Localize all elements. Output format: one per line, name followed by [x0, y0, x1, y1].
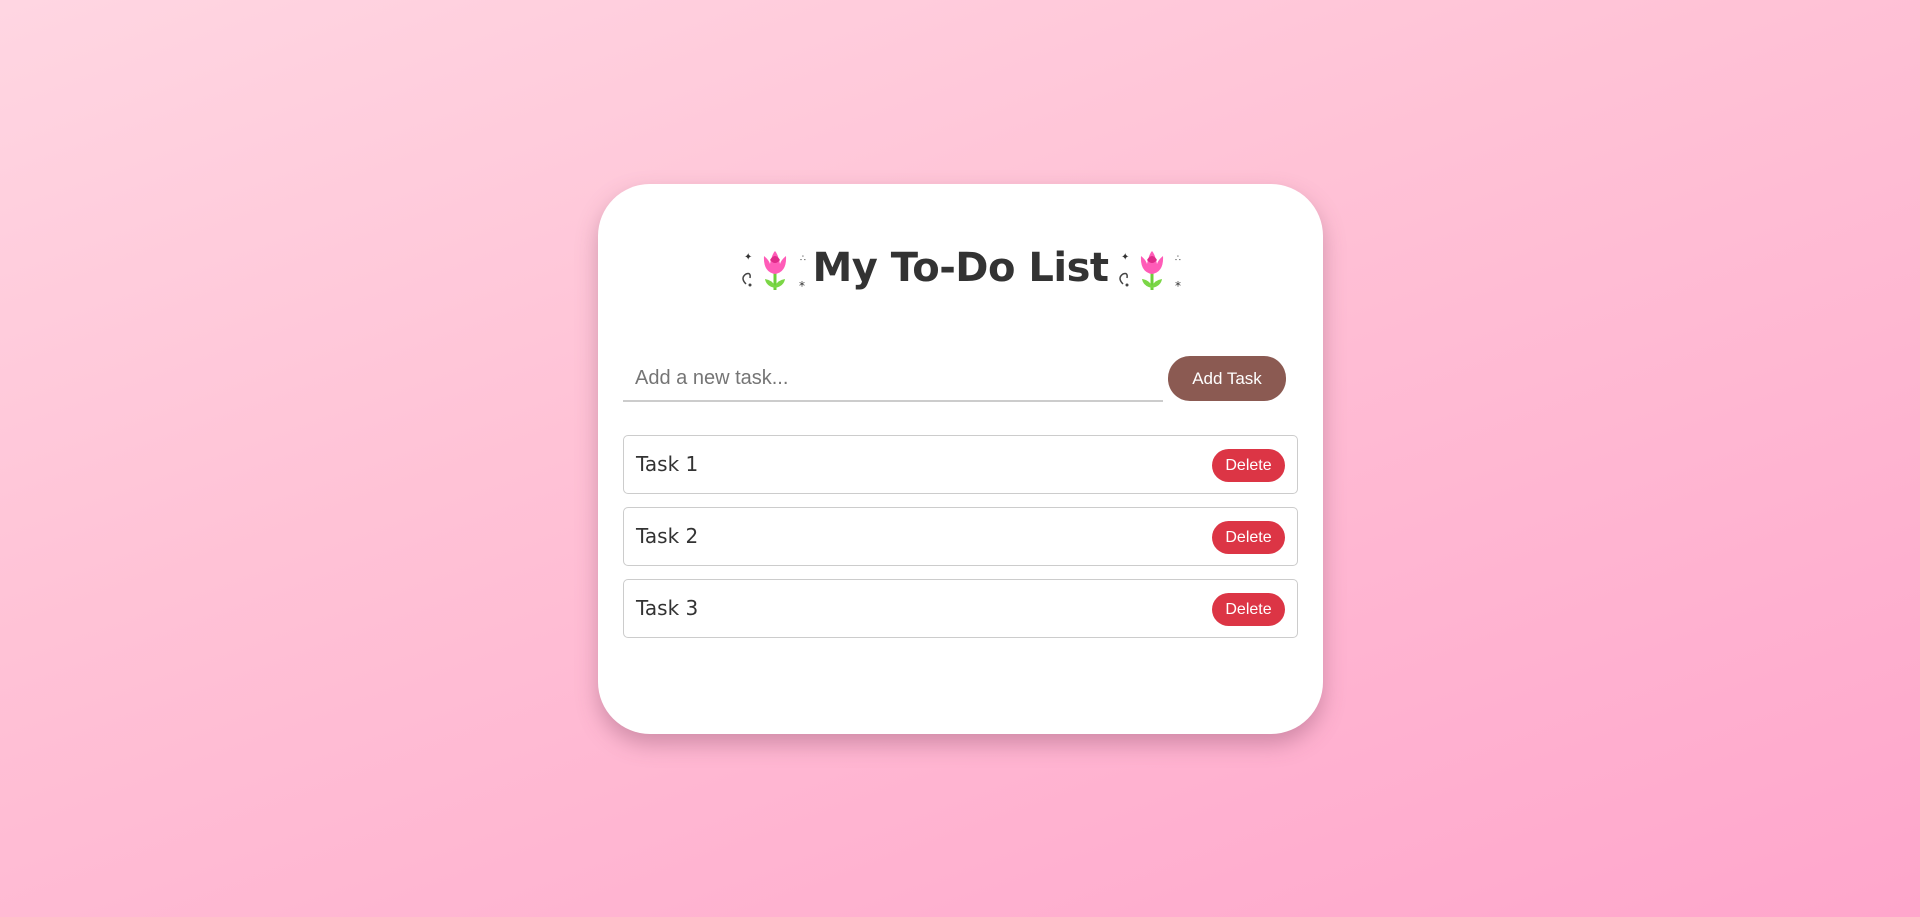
svg-text:✦: ✦: [744, 252, 752, 263]
task-item: Task 3 Delete: [623, 579, 1298, 638]
new-task-input[interactable]: [623, 356, 1163, 402]
delete-task-button[interactable]: Delete: [1212, 521, 1285, 554]
svg-text:✦: ✦: [1121, 252, 1129, 263]
task-label: Task 1: [636, 452, 699, 476]
svg-text:∴: ∴: [1175, 254, 1181, 264]
svg-text:*: *: [1175, 279, 1181, 293]
delete-task-button[interactable]: Delete: [1212, 593, 1285, 626]
tulip-icon: ✦ ∴ *: [738, 238, 806, 298]
add-task-row: Add Task: [623, 356, 1286, 402]
tulip-icon: ✦ ∴ *: [1115, 238, 1183, 298]
page-title: My To-Do List: [812, 245, 1109, 291]
task-label: Task 2: [636, 524, 699, 548]
task-item: Task 2 Delete: [623, 507, 1298, 566]
svg-text:*: *: [799, 279, 805, 293]
todo-card: ✦ ∴ * My To-Do List ✦ ∴ * Add a new task…: [598, 184, 1323, 734]
add-task-button[interactable]: Add Task: [1168, 356, 1286, 401]
task-list: Task 1 Delete Task 2 Delete Task 3 Delet…: [623, 435, 1298, 651]
svg-text:∴: ∴: [800, 254, 806, 264]
title-row: ✦ ∴ * My To-Do List ✦ ∴ *: [598, 238, 1323, 298]
task-label: Task 3: [636, 596, 699, 620]
delete-task-button[interactable]: Delete: [1212, 449, 1285, 482]
task-item: Task 1 Delete: [623, 435, 1298, 494]
